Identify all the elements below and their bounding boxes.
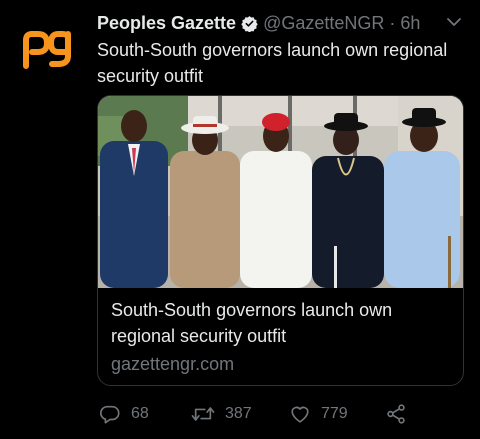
share-icon	[387, 404, 405, 424]
author-display-name[interactable]: Peoples Gazette	[97, 13, 236, 34]
author-handle[interactable]: @GazetteNGR	[263, 13, 384, 34]
card-title[interactable]: South-South governors launch own regiona…	[111, 297, 450, 349]
card-body[interactable]: South-South governors launch own regiona…	[98, 289, 463, 376]
like-button[interactable]: 779	[289, 400, 348, 428]
link-preview-card[interactable]: South-South governors launch own regiona…	[97, 95, 464, 386]
tweet-text: South-South governors launch own regiona…	[97, 40, 448, 86]
retweet-icon	[191, 407, 215, 421]
tweet-actions: 68 387 779	[97, 400, 467, 428]
heart-icon	[291, 406, 309, 423]
retweet-count: 387	[225, 405, 252, 422]
tweet-timestamp[interactable]: 6h	[400, 13, 420, 34]
like-count: 779	[321, 405, 348, 422]
retweet-button[interactable]: 387	[191, 400, 252, 428]
peoples-gazette-logo-icon[interactable]	[22, 26, 74, 70]
chevron-down-icon[interactable]	[445, 15, 463, 29]
reply-count: 68	[131, 405, 149, 422]
tweet-header: Peoples Gazette @GazetteNGR · 6h	[97, 10, 467, 36]
reply-icon	[99, 405, 120, 424]
share-button[interactable]	[385, 400, 407, 428]
card-domain: gazettengr.com	[111, 354, 235, 374]
verified-badge-icon	[241, 15, 258, 32]
governors-group-photo-icon[interactable]	[98, 96, 463, 288]
reply-button[interactable]: 68	[99, 400, 149, 428]
separator-dot: ·	[389, 12, 396, 33]
tweet[interactable]: Peoples Gazette @GazetteNGR · 6h South-S…	[0, 0, 480, 439]
